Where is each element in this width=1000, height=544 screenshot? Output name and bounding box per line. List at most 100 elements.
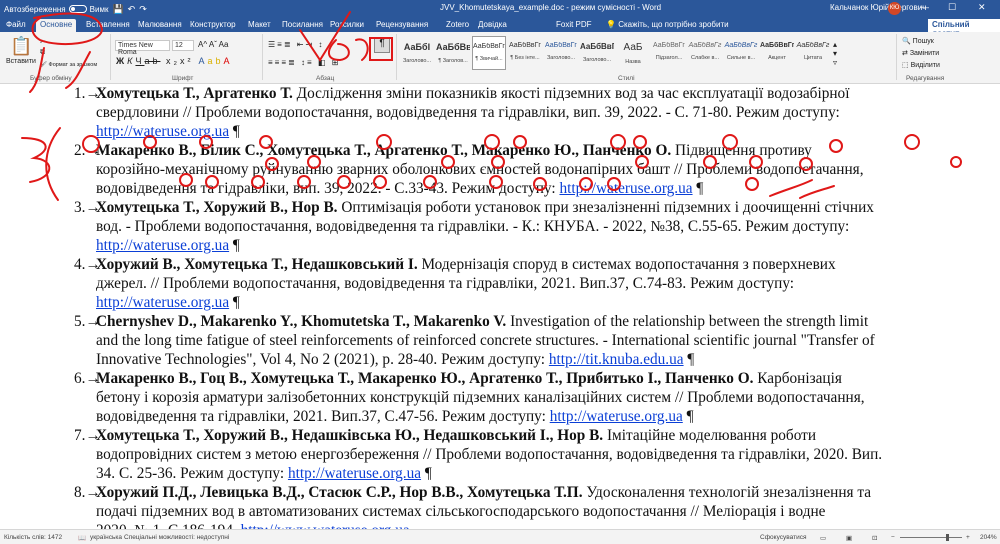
hyperlink[interactable]: http://www.wateruse.org.ua xyxy=(241,522,410,529)
tab-file[interactable]: Файл xyxy=(6,20,26,29)
focus-mode-button[interactable]: Сфокусуватися xyxy=(760,534,806,541)
print-layout-icon[interactable]: ▣ xyxy=(846,534,852,542)
language-indicator[interactable]: українська xyxy=(90,534,122,541)
user-name[interactable]: Кальчанок Юрій Сергович xyxy=(830,3,926,12)
increase-indent-icon[interactable]: ⇥ xyxy=(305,40,314,49)
style-heading-1[interactable]: АаБбІ Заголово... xyxy=(400,36,434,70)
style-title[interactable]: АаБ Назва xyxy=(616,36,650,70)
tab-review[interactable]: Рецензування xyxy=(376,20,428,29)
align-left-icon[interactable]: ≡ xyxy=(268,58,275,67)
font-color-icon[interactable]: A xyxy=(224,56,233,66)
text-effects-icon[interactable]: A xyxy=(199,56,208,66)
hyperlink[interactable]: http://wateruse.org.ua xyxy=(559,180,692,197)
reference-number: 4.→ xyxy=(74,256,101,273)
grow-font-icon[interactable]: A^ Aˇ Aa xyxy=(198,40,228,49)
replace-button[interactable]: ⇄ Замінити xyxy=(902,49,939,57)
hyperlink[interactable]: http://wateruse.org.ua xyxy=(288,465,421,482)
hyperlink[interactable]: http://tit.knuba.edu.ua xyxy=(549,351,684,368)
tab-help[interactable]: Довідка xyxy=(478,20,507,29)
reference-line: бетону і корозія арматури залізобетонних… xyxy=(74,388,979,407)
hyperlink[interactable]: http://wateruse.org.ua xyxy=(96,294,229,311)
document-page[interactable]: 1.→ Хомутецька Т., Аргатенко Т. Досліджен… xyxy=(0,84,1000,529)
accessibility-status[interactable]: Спеціальні можливості: недоступні xyxy=(124,534,229,541)
style-intense-emphasis[interactable]: АаБбВвГг Сильне в... xyxy=(724,36,758,70)
autosave[interactable]: Автозбереження Вимк xyxy=(4,5,108,14)
close-icon[interactable]: ✕ xyxy=(978,2,986,13)
tab-layout[interactable]: Макет xyxy=(248,20,271,29)
tab-insert[interactable]: Вставлення xyxy=(86,20,130,29)
tab-references[interactable]: Посилання xyxy=(282,20,323,29)
tab-mailings[interactable]: Розсилки xyxy=(330,20,364,29)
ribbon: 📋 Вставити ✂ ⧉ 🖌 Формат за зразком Буфер… xyxy=(0,32,1000,84)
copy-icon[interactable]: ⧉ xyxy=(40,49,45,57)
show-marks-icon[interactable]: ¶ xyxy=(374,37,390,53)
paste-button[interactable]: Вставити xyxy=(6,58,36,65)
undo-icon[interactable]: ↶ xyxy=(128,4,136,15)
maximize-icon[interactable]: ☐ xyxy=(948,2,956,13)
tab-zotero[interactable]: Zotero xyxy=(446,20,469,29)
hyperlink[interactable]: http://wateruse.org.ua xyxy=(96,237,229,254)
zoom-in-icon[interactable]: + xyxy=(966,534,970,541)
format-painter-button[interactable]: 🖌 Формат за зразком xyxy=(40,62,97,68)
tab-draw[interactable]: Малювання xyxy=(138,20,182,29)
reference-text: ¶ xyxy=(421,465,432,482)
tab-design[interactable]: Конструктор xyxy=(190,20,236,29)
style-subtle-emphasis[interactable]: АаБбВвГг Слабке в... xyxy=(688,36,722,70)
reference-item: 8.→ Хоружий П.Д., Левицька В.Д., Стасюк С… xyxy=(74,483,979,529)
highlight-icon[interactable]: ab xyxy=(208,56,224,66)
line-spacing-icon[interactable]: ↕≡ xyxy=(301,58,314,67)
style-quote[interactable]: АаБбВвГг Цитата xyxy=(796,36,830,70)
find-button[interactable]: 🔍 Пошук xyxy=(902,37,934,45)
minimize-icon[interactable]: — xyxy=(920,2,929,12)
strike-icon[interactable]: ab xyxy=(144,56,160,66)
zoom-out-icon[interactable]: − xyxy=(891,534,895,541)
borders-icon[interactable]: ⊞ xyxy=(332,58,341,67)
style-heading-2[interactable]: АаБбВвІ¶ Заголов... xyxy=(436,36,470,70)
tab-foxit[interactable]: Foxit PDF xyxy=(556,20,592,29)
paste-icon[interactable]: 📋 xyxy=(10,36,32,57)
font-name-select[interactable]: Times New Roma xyxy=(115,40,170,56)
multilevel-icon[interactable]: ≣ xyxy=(284,40,293,49)
justify-icon[interactable]: ≣ xyxy=(288,58,297,67)
style-strong[interactable]: АаБбВвГг Акцент xyxy=(760,36,794,70)
cut-icon[interactable]: ✂ xyxy=(40,38,46,46)
save-icon[interactable]: 💾 xyxy=(112,4,123,15)
proofing-icon[interactable]: 📖 xyxy=(78,534,86,542)
reference-text: корозійно-механічному руйнуванню зварних… xyxy=(96,161,864,178)
styles-scroll-icon[interactable]: ▴ ▾ ▿ xyxy=(833,40,837,67)
zoom-level[interactable]: 204% xyxy=(980,534,997,541)
redo-icon[interactable]: ↷ xyxy=(139,4,147,15)
autosave-toggle[interactable] xyxy=(68,5,87,13)
tab-home[interactable]: Основне xyxy=(36,19,77,32)
hyperlink[interactable]: http://wateruse.org.ua xyxy=(550,408,683,425)
reference-line: подачі підземних вод в автоматизованих с… xyxy=(74,502,979,521)
style-heading-4[interactable]: АаБбВвГ Заголово... xyxy=(580,36,614,70)
superscript-icon[interactable]: x² xyxy=(180,56,194,66)
word-count[interactable]: Кількість слів: 1472 xyxy=(4,534,62,541)
zoom-slider-thumb[interactable] xyxy=(946,534,949,541)
bullets-icon[interactable]: ☰ xyxy=(268,40,277,49)
style-heading-3[interactable]: АаБбВвГг Заголово... xyxy=(544,36,578,70)
style-subtitle[interactable]: АаБбВвГг Підзагол... xyxy=(652,36,686,70)
shading-icon[interactable]: ◧ xyxy=(318,58,328,67)
reference-text: and the long time fatigue of steel reinf… xyxy=(96,332,875,349)
reference-line: свердловини // Проблеми водопостачання, … xyxy=(74,103,979,122)
align-right-icon[interactable]: ≡ xyxy=(281,58,288,67)
numbering-icon[interactable]: ≡ xyxy=(277,40,284,49)
avatar[interactable]: КЮ xyxy=(888,2,901,15)
web-layout-icon[interactable]: ⊡ xyxy=(872,534,877,542)
hyperlink[interactable]: http://wateruse.org.ua xyxy=(96,123,229,140)
reference-text: ¶ xyxy=(683,351,695,368)
author-names: Chernyshev D., Makarenko Y., Khomutetska… xyxy=(96,313,507,330)
style-normal[interactable]: АаБбВвГг ¶ Звичай... xyxy=(472,36,506,70)
sort-icon[interactable]: ↕ xyxy=(318,40,324,49)
select-button[interactable]: ⬚ Виділити xyxy=(902,61,940,69)
tell-me-search[interactable]: 💡 Скажіть, що потрібно зробити xyxy=(606,20,729,29)
zoom-slider[interactable] xyxy=(900,537,962,538)
read-mode-icon[interactable]: ▭ xyxy=(820,534,826,542)
style-no-spacing[interactable]: АаБбВвГг ¶ Без інте... xyxy=(508,36,542,70)
bold-icon[interactable]: Ж xyxy=(116,56,127,66)
subscript-icon[interactable]: x₂ xyxy=(166,56,180,66)
font-size-select[interactable]: 12 xyxy=(172,40,194,51)
reference-text: ¶ xyxy=(692,180,704,197)
